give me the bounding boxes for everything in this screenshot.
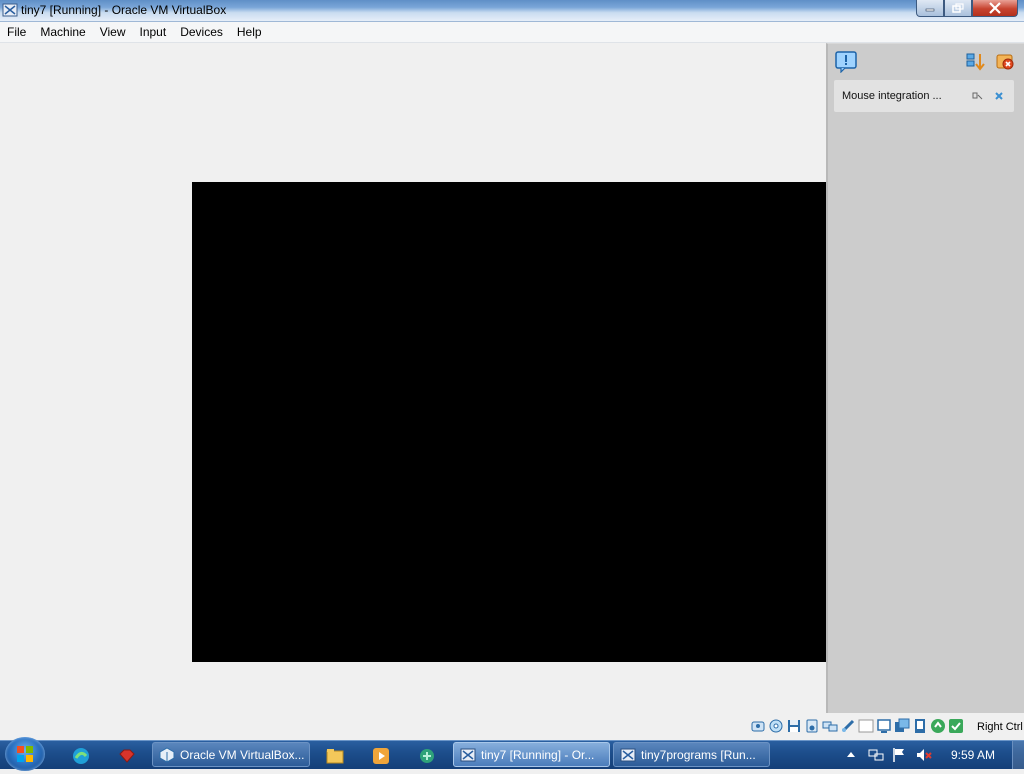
task-label: Oracle VM VirtualBox...: [180, 747, 305, 762]
restore-icon: [952, 3, 964, 13]
window-title: tiny7 [Running] - Oracle VM VirtualBox: [21, 3, 227, 17]
task-virtualbox-manager[interactable]: Oracle VM VirtualBox...: [152, 742, 310, 767]
sort-icon[interactable]: [965, 51, 987, 73]
pinned-explorer[interactable]: [318, 744, 352, 768]
menu-help[interactable]: Help: [230, 22, 269, 42]
dismiss-icon[interactable]: [993, 90, 1005, 102]
network-tray-icon[interactable]: [868, 747, 884, 763]
vm-status-bar: Right Ctrl: [0, 713, 1024, 740]
virtualbox-vm-icon: [2, 3, 18, 17]
cpu-icon[interactable]: [912, 718, 928, 734]
host-key-label[interactable]: Right Ctrl: [977, 721, 1023, 733]
mouse-integration-icon[interactable]: [971, 90, 983, 102]
notification-icon[interactable]: [835, 51, 857, 73]
menu-bar: File Machine View Input Devices Help: [0, 22, 1024, 43]
start-orb-icon: [17, 746, 33, 762]
notification-message-text: Mouse integration ...: [842, 90, 942, 102]
close-all-icon[interactable]: [994, 51, 1016, 73]
close-button[interactable]: [972, 0, 1018, 17]
notification-center-panel: Mouse integration ...: [826, 43, 1024, 713]
minimize-button[interactable]: [916, 0, 944, 17]
show-desktop-button[interactable]: [1012, 741, 1024, 769]
display-icon[interactable]: [876, 718, 892, 734]
pinned-ruby[interactable]: [110, 744, 144, 768]
pinned-edge[interactable]: [64, 744, 98, 768]
hard-disk-icon[interactable]: [750, 718, 766, 734]
pinned-network[interactable]: [410, 744, 444, 768]
virtualbox-vm-icon: [460, 748, 476, 761]
mouse-integration-status-icon[interactable]: [930, 718, 946, 734]
network-app-icon: [420, 749, 434, 763]
audio-icon[interactable]: [804, 718, 820, 734]
floppy-icon[interactable]: [786, 718, 802, 734]
show-hidden-icon[interactable]: [846, 750, 856, 758]
start-button[interactable]: [5, 737, 45, 771]
vm-screen[interactable]: [192, 182, 828, 662]
action-center-icon[interactable]: [892, 747, 906, 763]
pinned-media-player[interactable]: [364, 744, 398, 768]
recording-icon[interactable]: [894, 718, 910, 734]
media-player-icon: [373, 748, 389, 764]
usb-icon[interactable]: [840, 718, 856, 734]
volume-muted-icon[interactable]: [916, 747, 932, 763]
shared-folders-icon[interactable]: [858, 718, 874, 734]
taskbar-clock[interactable]: 9:59 AM: [951, 748, 995, 762]
menu-view[interactable]: View: [93, 22, 133, 42]
vm-display-area: [0, 43, 828, 713]
network-icon[interactable]: [822, 718, 838, 734]
notification-message[interactable]: Mouse integration ...: [834, 80, 1014, 112]
explorer-icon: [326, 749, 344, 764]
task-tiny7-running[interactable]: tiny7 [Running] - Or...: [453, 742, 610, 767]
close-icon: [989, 2, 1001, 14]
optical-drive-icon[interactable]: [768, 718, 784, 734]
window-title-bar[interactable]: tiny7 [Running] - Oracle VM VirtualBox: [0, 0, 1024, 22]
virtualbox-vm-icon: [620, 748, 636, 761]
task-label: tiny7 [Running] - Or...: [481, 747, 595, 762]
task-tiny7programs[interactable]: tiny7programs [Run...: [613, 742, 770, 767]
windows-taskbar: Oracle VM VirtualBox... tiny7 [Running] …: [0, 737, 1024, 771]
task-label: tiny7programs [Run...: [641, 747, 756, 762]
edge-icon: [73, 748, 89, 764]
ruby-icon: [119, 749, 135, 763]
virtualbox-icon: [159, 746, 175, 763]
restore-button[interactable]: [944, 0, 972, 17]
minimize-icon: [925, 8, 935, 12]
menu-machine[interactable]: Machine: [33, 22, 92, 42]
menu-file[interactable]: File: [0, 22, 33, 42]
keyboard-icon[interactable]: [948, 718, 964, 734]
menu-devices[interactable]: Devices: [173, 22, 230, 42]
menu-input[interactable]: Input: [133, 22, 174, 42]
